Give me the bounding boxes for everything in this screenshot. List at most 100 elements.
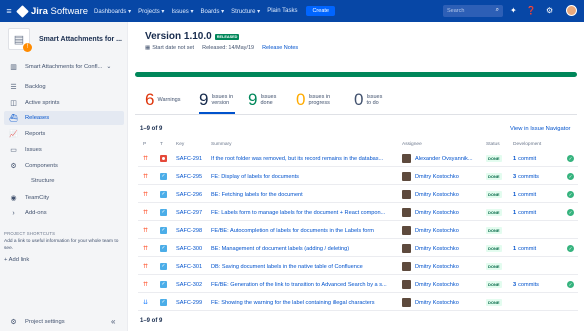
stat-issues-in-version[interactable]: 9 Issues in version [199,90,235,110]
development-link[interactable]: 1 commit [513,240,536,257]
issue-summary-link[interactable]: FE: Labels form to manage labels for the… [211,204,397,221]
help-icon[interactable]: ❓ [526,6,536,15]
sidebar-item-teamcity[interactable]: ◉ TeamCity [4,191,124,205]
issue-key-link[interactable]: SAFC-299 [176,294,202,311]
table-row[interactable]: ⇈ ✓ SAFC-298 FE/BE: Autocompletion of label… [138,222,578,239]
assignee[interactable]: Dmitry Kostochko [402,222,459,239]
development-link[interactable] [513,258,515,275]
project-settings-link[interactable]: ⚙ Project settings [4,316,124,328]
assignee[interactable]: Dmitry Kostochko [402,240,459,257]
development-link[interactable] [513,222,515,239]
sidebar-item-reports[interactable]: 📈 Reports [4,127,124,141]
stat-issues-to-do[interactable]: 0 Issues to do [354,90,386,110]
assignee[interactable]: Dmitry Kostochko [402,294,459,311]
notifications-icon[interactable]: ✦ [510,6,517,15]
assignee-avatar [402,280,411,289]
status-cell: DONE [486,222,502,239]
issue-count: 1–9 of 9 [140,126,163,132]
assignee[interactable]: Alexander Ovsyannik... [402,150,473,167]
check-circle-icon: ✓ [567,155,574,162]
chevron-down-icon: ⌄ [106,64,112,70]
menu-issues[interactable]: Issues ▾ [171,8,193,15]
column-header-type: T [160,142,163,147]
issue-summary-link[interactable]: FE/BE: Autocompletion of labels for docu… [211,222,397,239]
sidebar-item-issues[interactable]: ▭ Issues [4,143,124,157]
table-row[interactable]: ⇈ ✓ SAFC-300 BE: Management of document lab… [138,240,578,257]
sidebar-item-components[interactable]: ⚙ Components [4,159,124,173]
settings-icon[interactable]: ⚙ [546,6,553,15]
sidebar-item-label: Reports [25,131,46,137]
assignee[interactable]: Dmitry Kostochko [402,186,459,203]
table-row[interactable]: ⇊ ✓ SAFC-299 FE: Showing the warning for th… [138,294,578,311]
release-notes-link[interactable]: Release Notes [262,45,298,51]
commit-label: commits [518,281,539,288]
user-avatar[interactable] [566,5,577,16]
backlog-icon: ☰ [10,84,17,91]
table-row[interactable]: ⇈ ✓ SAFC-301 DB: Saving document labels in … [138,258,578,275]
development-link[interactable]: 1 commit [513,150,536,167]
project-header[interactable]: ▤! Smart Attachments for ... [8,28,122,52]
development-link[interactable]: 3 commits [513,276,539,293]
assignee[interactable]: Dmitry Kostochko [402,276,459,293]
sidebar-item-releases[interactable]: ⛴ Releases [4,111,124,125]
issue-summary-link[interactable]: FE: Display of labels for documents [211,168,397,185]
table-row[interactable]: ⇈ SAFC-291 If the root folder was removed,… [138,150,578,167]
issue-key-link[interactable]: SAFC-297 [176,204,202,221]
issue-key-link[interactable]: SAFC-300 [176,240,202,257]
check-cell: ✓ [567,168,574,185]
table-row[interactable]: ⇈ ✓ SAFC-296 BE: Fetching labels for the do… [138,186,578,203]
sidebar-item-addons[interactable]: › Add-ons [4,206,124,220]
development-link[interactable] [513,294,515,311]
stat-issues-in-progress[interactable]: 0 Issues in progress [296,90,338,110]
issue-key-link[interactable]: SAFC-298 [176,222,202,239]
commit-count: 1 [513,245,517,252]
check-circle-icon: ✓ [567,191,574,198]
project-avatar-icon: ▤! [8,28,32,52]
create-button[interactable]: Create [306,6,335,16]
sidebar-item-label: TeamCity [25,195,50,201]
view-in-issue-navigator-link[interactable]: View in Issue Navigator [510,126,570,132]
issue-summary-link[interactable]: BE: Management of document labels (addin… [211,240,397,257]
collapse-sidebar-icon[interactable]: « [111,317,115,326]
assignee[interactable]: Dmitry Kostochko [402,258,459,275]
issue-summary-link[interactable]: FE/BE: Generation of the link to transit… [211,276,397,293]
issue-key-link[interactable]: SAFC-301 [176,258,202,275]
table-row[interactable]: ⇈ ✓ SAFC-295 FE: Display of labels for docu… [138,168,578,185]
menu-structure[interactable]: Structure ▾ [231,8,260,15]
issue-key-link[interactable]: SAFC-302 [176,276,202,293]
jira-logo[interactable]: Jira Software [16,4,88,18]
menu-boards[interactable]: Boards ▾ [200,8,224,15]
table-row[interactable]: ⇈ ✓ SAFC-302 FE/BE: Generation of the link … [138,276,578,293]
status-badge: DONE [486,245,502,252]
table-row[interactable]: ⇈ ✓ SAFC-297 FE: Labels form to manage labe… [138,204,578,221]
menu-dashboards[interactable]: Dashboards ▾ [94,8,131,15]
priority-low-icon: ⇊ [143,300,149,306]
sidebar-item-active-sprints[interactable]: ◫ Active sprints [4,96,124,110]
type-cell [160,150,167,167]
menu-plain-tasks[interactable]: Plain Tasks [267,8,297,14]
issue-key-link[interactable]: SAFC-295 [176,168,202,185]
development-link[interactable]: 1 commit [513,186,536,203]
board-selector[interactable]: ▥ Smart Attachments for Confl... ⌄ [4,60,124,74]
issue-key-link[interactable]: SAFC-291 [176,150,202,167]
issue-summary-link[interactable]: BE: Fetching labels for the document [211,186,397,203]
issue-key-link[interactable]: SAFC-296 [176,186,202,203]
development-link[interactable]: 1 commit [513,204,536,221]
search-input[interactable]: Search ⌕ [443,5,503,17]
menu-projects[interactable]: Projects ▾ [138,8,164,15]
assignee-name: Dmitry Kostochko [415,299,459,306]
commit-label: commit [518,245,537,252]
issue-summary-link[interactable]: FE: Showing the warning for the label co… [211,294,397,311]
sidebar-item-structure[interactable]: Structure [31,178,55,184]
assignee-avatar [402,244,411,253]
issue-summary-link[interactable]: DB: Saving document labels in the native… [211,258,397,275]
assignee[interactable]: Dmitry Kostochko [402,168,459,185]
stat-warnings[interactable]: 6 Warnings [145,90,181,110]
development-link[interactable]: 3 commits [513,168,539,185]
sidebar-item-label: Backlog [25,84,46,90]
issue-summary-link[interactable]: If the root folder was removed, but its … [211,150,397,167]
sidebar-item-backlog[interactable]: ☰ Backlog [4,80,124,94]
stat-issues-done[interactable]: 9 Issues done [248,90,280,110]
assignee[interactable]: Dmitry Kostochko [402,204,459,221]
add-link-button[interactable]: + Add link [4,257,119,264]
